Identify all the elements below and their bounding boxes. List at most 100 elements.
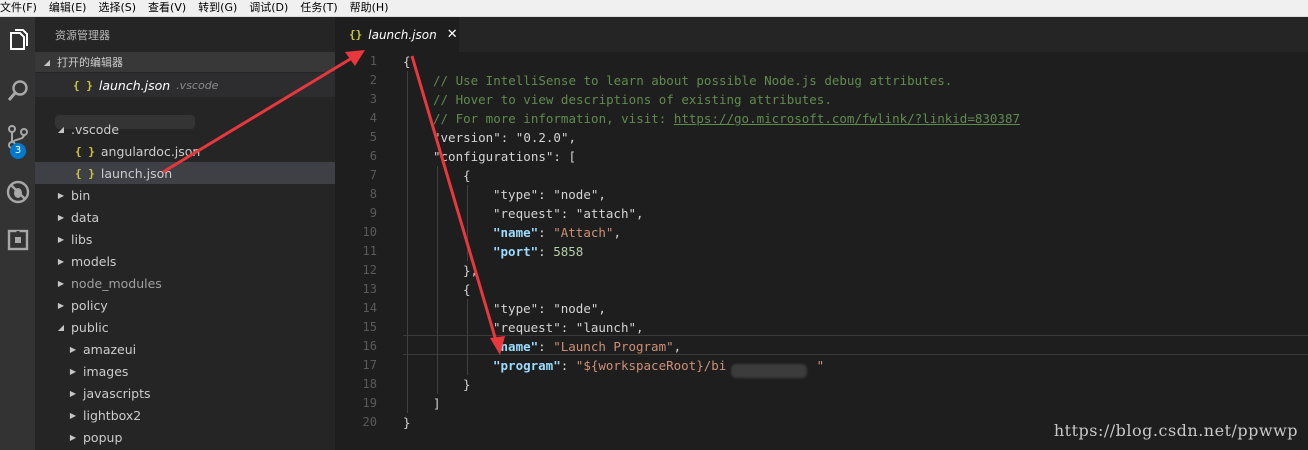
code-token: : — [560, 320, 576, 335]
open-editors-header[interactable]: ◢ 打开的编辑器 — [35, 52, 335, 72]
code-token: } — [463, 377, 471, 392]
chevron-right-icon: ▶ — [57, 300, 65, 310]
sidebar-title: 资源管理器 — [55, 29, 110, 42]
code-token: "launch" — [575, 320, 637, 335]
code-token: : — [560, 358, 576, 373]
code-line: ] — [433, 394, 441, 413]
menu-tasks[interactable]: 任务(T) — [294, 0, 343, 16]
tree-item[interactable]: ▶ libs — [35, 228, 335, 250]
code-token: { — [403, 54, 411, 69]
tree-item[interactable]: ▶ policy — [35, 294, 335, 316]
line-number: 13 — [362, 282, 377, 296]
line-number: 7 — [369, 168, 377, 182]
code-line: "type": "node", — [493, 185, 606, 204]
code-token: }, — [463, 263, 479, 278]
code-token: "type" — [493, 301, 539, 316]
tree-item[interactable]: ▶ lightbox2 — [35, 404, 335, 426]
tree-item[interactable]: { } angulardoc.json — [35, 140, 335, 162]
indent-guide — [407, 71, 408, 413]
code-line: "port": 5858 — [493, 242, 583, 261]
code-token: "type" — [493, 187, 539, 202]
menu-go[interactable]: 转到(G) — [192, 0, 243, 16]
menu-edit[interactable]: 编辑(E) — [43, 0, 93, 16]
tree-item[interactable]: ▶ javascripts — [35, 382, 335, 404]
tree-item[interactable]: ◢ .vscode — [35, 118, 335, 140]
tab-label: launch.json — [368, 27, 437, 42]
tree-item[interactable]: { } launch.json — [35, 162, 335, 184]
chevron-right-icon: ▶ — [57, 190, 65, 200]
tree-item[interactable]: ▶ models — [35, 250, 335, 272]
tree-item-label: .vscode — [71, 121, 120, 137]
code-token: "name" — [493, 225, 539, 240]
code-token: "${workspaceRoot}/bi — [575, 358, 727, 373]
tree-item[interactable]: ▶ images — [35, 360, 335, 382]
tree-item[interactable]: ◢ public — [35, 316, 335, 338]
line-number: 1 — [369, 54, 377, 68]
tree-item-label: images — [83, 363, 129, 379]
code-token: "node" — [553, 187, 599, 202]
indent-guide — [437, 166, 438, 394]
watermark: https://blog.csdn.net/ppwwp — [1053, 421, 1298, 440]
code-token: { — [463, 282, 471, 297]
code-token: : — [538, 244, 554, 259]
open-editor-item[interactable]: { } launch.json .vscode — [35, 73, 335, 97]
code-token: "port" — [493, 244, 539, 259]
code-token: , — [568, 130, 577, 145]
chevron-right-icon: ▶ — [69, 432, 77, 442]
extensions-icon[interactable] — [0, 222, 35, 258]
tree-item-label: angulardoc.json — [100, 143, 201, 159]
tree-item[interactable]: ▶ bin — [35, 184, 335, 206]
tree-item-label: node_modules — [71, 275, 162, 291]
chevron-down-icon: ◢ — [57, 124, 65, 134]
search-icon[interactable] — [0, 73, 35, 109]
code-token: { — [463, 168, 471, 183]
json-file-icon: { } — [75, 144, 95, 158]
line-number: 9 — [369, 206, 377, 220]
code-token: "Launch Program" — [553, 339, 674, 354]
line-number: 11 — [362, 244, 377, 258]
chevron-down-icon: ◢ — [57, 322, 65, 332]
line-number: 4 — [369, 111, 377, 125]
tree-item-label: models — [71, 253, 117, 269]
files-icon[interactable] — [0, 23, 35, 59]
code-token: // Hover to view descriptions of existin… — [433, 92, 832, 107]
code-link[interactable]: https://go.microsoft.com/fwlink/?linkid=… — [674, 111, 1020, 126]
line-number: 6 — [369, 149, 377, 163]
code-editor[interactable]: 1 2 3 4 5 6 7 8 9 10 11 12 13 14 15 16 17 18 19 20 {// Use … — [335, 52, 1308, 450]
chevron-down-icon: ◢ — [43, 57, 51, 67]
tree-item-label: popup — [83, 429, 123, 445]
code-line: "name": "Launch Program", — [493, 337, 681, 356]
menu-view[interactable]: 查看(V) — [142, 0, 192, 16]
menu-selection[interactable]: 选择(S) — [92, 0, 142, 16]
menu-debug[interactable]: 调试(D) — [243, 0, 294, 16]
source-control-badge: 3 — [10, 143, 26, 159]
code-token: : — [538, 301, 554, 316]
line-number: 14 — [362, 301, 377, 315]
code-token: , — [636, 320, 644, 335]
chevron-right-icon: ▶ — [57, 278, 65, 288]
tab-launch-json[interactable]: {} launch.json ✕ — [335, 17, 459, 52]
code-token: "0.2.0" — [515, 130, 569, 145]
code-token: 5858 — [553, 244, 584, 259]
close-icon[interactable]: ✕ — [447, 27, 458, 42]
menu-file[interactable]: 文件(F) — [0, 0, 43, 16]
tree-item[interactable]: ▶ data — [35, 206, 335, 228]
chevron-right-icon: ▶ — [57, 212, 65, 222]
tree-item[interactable]: ▶ node_modules — [35, 272, 335, 294]
chevron-right-icon: ▶ — [69, 344, 77, 354]
line-number: 16 — [362, 339, 377, 353]
json-file-icon: {} — [349, 28, 363, 41]
code-line: }, — [463, 261, 478, 280]
code-line: // For more information, visit: https://… — [433, 109, 1020, 128]
code-line: // Hover to view descriptions of existin… — [433, 90, 832, 109]
debug-icon[interactable] — [0, 174, 35, 210]
code-token: "node" — [553, 301, 599, 316]
code-token: "request" — [493, 206, 561, 221]
tree-item[interactable]: ▶ popup — [35, 426, 335, 448]
code-token: : — [538, 187, 554, 202]
tree-item[interactable]: ▶ amazeui — [35, 338, 335, 360]
menu-help[interactable]: 帮助(H) — [344, 0, 395, 16]
tree-item-label: lightbox2 — [83, 407, 142, 423]
code-line: "configurations": [ — [433, 147, 576, 166]
line-number: 10 — [362, 225, 377, 239]
